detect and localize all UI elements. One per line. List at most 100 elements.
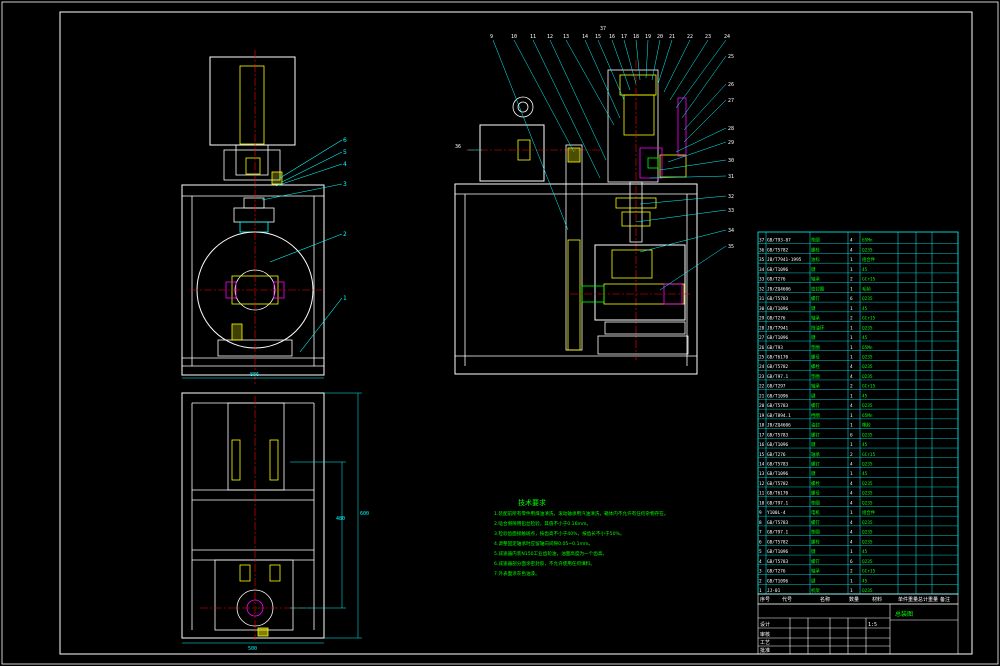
parts-cell: 橡胶 [862,422,871,429]
header-col-7: 总计重量 [918,596,938,603]
balloon-34: 34 [728,228,734,234]
balloon-28: 28 [728,126,734,132]
section-balloon-labels: 9 10 11 12 13 14 15 16 17 18 19 20 21 22… [455,26,734,250]
parts-cell: 8 [759,520,762,526]
balloon-36: 36 [455,144,461,150]
front-view: 6 5 4 3 2 1 [181,50,347,385]
parts-cell: Q235 [862,403,873,409]
parts-cell: 13 [759,471,765,477]
parts-cell: GB/T276 [767,569,786,575]
header-col-3: 名称 [820,596,830,603]
parts-cell: 1 [850,286,853,292]
parts-cell: 螺母 [811,353,820,360]
parts-cell: 毛毡 [862,285,871,292]
parts-cell: 螺栓 [811,246,820,253]
parts-cell: GB/T6170 [767,491,789,497]
balloon-14: 14 [582,34,588,40]
balloon-12: 12 [547,34,553,40]
parts-cell: 4 [759,559,762,565]
parts-cell: GB/T5783 [767,296,789,302]
balloon-21: 21 [669,34,675,40]
header-col-2: 代号 [782,596,792,603]
parts-cell: 45 [862,335,868,341]
parts-cell: 1 [850,393,853,399]
parts-cell: Q235 [862,462,873,468]
parts-cell: 6 [850,296,853,302]
balloon-37: 37 [600,26,606,32]
parts-cell: 25 [759,354,765,360]
tech-note-4: 4.调整固定轴承时应留轴向间隙0.05~0.1mm。 [494,540,593,547]
parts-cell: 组合件 [862,509,876,516]
parts-cell: 28 [759,325,765,331]
parts-cell: 3 [759,569,762,575]
parts-cell: 45 [862,393,868,399]
parts-cell: Q235 [862,364,873,370]
parts-cell: GB/T1096 [767,306,789,312]
parts-cell: GB/T5783 [767,520,789,526]
parts-cell: Q235 [862,325,873,331]
tech-note-3: 3.检验齿面接触斑点，按齿高不小于40%，按齿长不小于50%。 [494,530,624,537]
front-label-3: 4 [343,161,347,168]
parts-cell: 37 [759,238,765,244]
parts-cell: 垫圈 [811,344,820,351]
parts-cell: 32 [759,286,765,292]
parts-cell: GB/T276 [767,277,786,283]
parts-cell: JB/ZQ4606 [767,286,791,292]
balloon-18: 18 [633,34,639,40]
parts-cell: 轴承 [811,568,820,575]
inner-frame [59,11,973,655]
balloon-10: 10 [511,34,517,40]
parts-cell: Q235 [862,539,873,545]
balloon-23: 23 [705,34,711,40]
parts-cell: Q235 [862,432,873,438]
row-label-approve: 批准 [760,647,770,654]
parts-cell: 2 [850,569,853,575]
tech-note-1: 1.装配前所有零件用煤油清洗，滚动轴承用汽油清洗，箱体内不允许有任何杂物存在。 [494,510,668,517]
parts-cell: 1 [850,578,853,584]
leader-fan [492,39,727,291]
parts-cell: 键 [811,470,816,477]
parts-cell: 1 [850,549,853,555]
parts-cell: 4 [850,374,853,380]
parts-cell: 20 [759,403,765,409]
parts-cell: 45 [862,578,868,584]
parts-cell: 组合件 [862,256,876,263]
dim-plan-height: 600 [360,511,369,517]
parts-cell: 27 [759,335,765,341]
parts-cell: 30 [759,306,765,312]
parts-cell: 1 [850,257,853,263]
balloon-32: 32 [728,194,734,200]
parts-cell: GB/T5783 [767,559,789,565]
parts-cell: 电机 [811,509,820,516]
tech-note-6: 6.减速器剖分面涂密封胶，不允许使用任何填料。 [494,560,595,567]
motor-housing [209,56,296,146]
parts-cell: GB/T5783 [767,432,789,438]
parts-cell: 4 [850,481,853,487]
section-motor [479,124,545,182]
row-label-process: 工艺 [760,640,770,646]
parts-cell: 4 [850,530,853,536]
parts-cell: 1 [759,588,762,594]
parts-cell: 11 [759,491,765,497]
header-col-4: 数量 [849,596,859,603]
balloon-9: 9 [490,34,493,40]
parts-cell: GCr15 [862,452,876,458]
parts-cell: GB/T5783 [767,403,789,409]
parts-cell: GCr15 [862,569,876,575]
parts-cell: 65Mn [862,238,873,244]
tech-notes-title: 技术要求 [518,498,546,507]
parts-cell: 22 [759,384,765,390]
parts-cell: Q235 [862,247,873,253]
parts-cell: GB/T297 [767,384,786,390]
parts-cell: 1 [850,423,853,429]
parts-cell: GCr15 [862,277,876,283]
parts-cell: GB/T97.1 [767,500,789,506]
balloon-31: 31 [728,174,734,180]
dim-plan-inner: 480 [336,516,345,522]
parts-cell: 螺钉 [811,402,820,409]
balloon-25: 25 [728,54,734,60]
balloon-35: 35 [728,244,734,250]
parts-cell: 15 [759,452,765,458]
parts-cell: 45 [862,306,868,312]
parts-cell: 4 [850,462,853,468]
